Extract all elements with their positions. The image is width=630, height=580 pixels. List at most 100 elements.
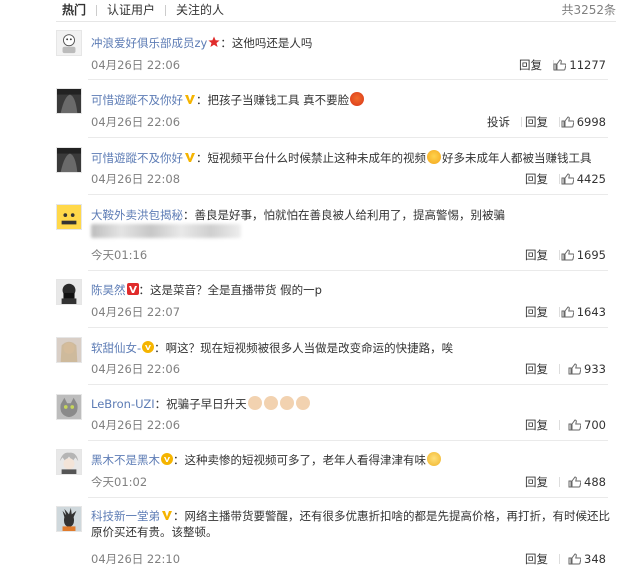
- reply-button[interactable]: 回复: [525, 305, 548, 319]
- username-link[interactable]: 冲浪爱好俱乐部成员zy: [91, 36, 207, 50]
- like-button[interactable]: 11277: [553, 58, 606, 72]
- thumbs-up-icon: [568, 419, 582, 431]
- reply-button[interactable]: 回复: [525, 552, 548, 566]
- comment-text: 科技新一堂弟 ：网络主播带货要警醒，还有很多优惠折扣啥的都是先提高价格，再打折，有…: [91, 508, 612, 540]
- star-icon: [208, 36, 220, 47]
- reply-button[interactable]: 回复: [525, 362, 548, 376]
- angry-emoji-icon: [350, 92, 365, 106]
- avatar[interactable]: [56, 337, 82, 363]
- like-button[interactable]: 933: [568, 362, 606, 376]
- username-link[interactable]: 大鞍外卖洪包揭秘: [91, 208, 183, 222]
- reply-button[interactable]: 回复: [525, 248, 548, 262]
- comment-body: ：啊这？现在短视频被很多人当做是改变命运的快捷路，唉: [154, 341, 454, 355]
- username-link[interactable]: 可惜遊蹤不及你好: [91, 93, 183, 107]
- like-count: 6998: [576, 115, 606, 129]
- comment-body: ：这他吗还是人吗: [220, 36, 313, 50]
- like-count: 348: [584, 552, 606, 566]
- reply-button[interactable]: 回复: [525, 115, 548, 129]
- action-divider: [521, 117, 522, 127]
- thumbs-up-icon: [561, 116, 574, 128]
- comment-body: ：善良是好事，怕就怕在善良被人给利用了，提高警惕，别被骗: [183, 208, 505, 222]
- like-button[interactable]: 1643: [561, 305, 606, 319]
- like-count: 11277: [569, 58, 606, 72]
- comment-filter-tabs: 热门 认证用户 关注的人: [0, 0, 630, 20]
- comment-divider: [88, 137, 608, 138]
- username-link[interactable]: 科技新一堂弟: [91, 509, 160, 523]
- vip-icon: [162, 511, 172, 520]
- thumbs-up-icon: [561, 173, 574, 185]
- reply-button[interactable]: 回复: [519, 58, 542, 72]
- username-link[interactable]: 陈昊然: [91, 283, 126, 297]
- comment-body-continued: 好多未成年人都被当赚钱工具: [442, 151, 592, 165]
- comment-text: 大鞍外卖洪包揭秘：善良是好事，怕就怕在善良被人给利用了，提高警惕，别被骗: [91, 207, 610, 223]
- username-link[interactable]: 黑木不是黑木: [91, 453, 160, 467]
- tab-following[interactable]: 关注的人: [166, 0, 234, 20]
- avatar[interactable]: [56, 204, 82, 230]
- comment-body: ：把孩子当赚钱工具 真不要脸: [196, 93, 350, 107]
- comment-divider: [88, 79, 608, 80]
- like-button[interactable]: 1695: [561, 248, 606, 262]
- reply-button[interactable]: 回复: [525, 172, 548, 186]
- thumbs-up-icon: [568, 476, 582, 488]
- like-button[interactable]: 488: [568, 475, 606, 489]
- comment-time: 今天01:02: [91, 475, 148, 489]
- avatar[interactable]: [56, 30, 82, 56]
- thumbs-up-icon: [568, 553, 582, 565]
- action-divider: [559, 364, 560, 374]
- username-link[interactable]: LeBron-UZI: [91, 397, 155, 411]
- comment-divider: [88, 440, 608, 441]
- avatar[interactable]: [56, 279, 82, 305]
- comment-text: LeBron-UZI：祝骗子早日升天: [91, 396, 610, 412]
- reply-button[interactable]: 回复: [525, 475, 548, 489]
- avatar[interactable]: [56, 394, 82, 420]
- comment-time: 04月26日 22:07: [91, 305, 181, 319]
- comment-text: 黑木不是黑木 ：这种卖惨的短视频可多了，老年人看得津津有味: [91, 452, 610, 468]
- comment-divider: [88, 384, 608, 385]
- comment-body: ：这种卖惨的短视频可多了，老年人看得津津有味: [173, 453, 426, 467]
- vip-icon: [161, 453, 173, 465]
- comment-time: 04月26日 22:06: [91, 362, 181, 376]
- praying-hands-emoji-icon: [263, 396, 278, 410]
- thumbs-up-icon: [561, 249, 574, 261]
- like-button[interactable]: 348: [568, 552, 606, 566]
- comment-text: 冲浪爱好俱乐部成员zy ：这他吗还是人吗: [91, 35, 610, 51]
- avatar[interactable]: [56, 147, 82, 173]
- tabs-divider-line: [56, 21, 616, 22]
- vip-icon: [126, 283, 139, 295]
- comment-time: 04月26日 22:06: [91, 58, 181, 72]
- username-link[interactable]: 可惜遊蹤不及你好: [91, 151, 183, 165]
- comment-divider: [88, 497, 608, 498]
- smile-emoji-icon: [427, 452, 441, 466]
- report-button[interactable]: 投诉: [487, 115, 510, 129]
- reply-button[interactable]: 回复: [525, 418, 548, 432]
- thumbs-up-icon: [553, 59, 567, 71]
- like-button[interactable]: 4425: [561, 172, 606, 186]
- like-count: 488: [584, 475, 606, 489]
- comment-body: ：短视频平台什么时候禁止这种未成年的视频: [196, 151, 426, 165]
- vip-icon: [185, 153, 195, 162]
- vip-icon: [142, 341, 155, 353]
- comment-body: ：这是菜音？全是直播带货 假的一p: [138, 283, 322, 297]
- comment-text: 可惜遊蹤不及你好 ：把孩子当赚钱工具 真不要脸: [91, 92, 610, 108]
- comment-time: 04月26日 22:10: [91, 552, 181, 566]
- comment-time: 今天01:16: [91, 248, 148, 262]
- praying-hands-emoji-icon: [279, 396, 294, 410]
- avatar[interactable]: [56, 506, 82, 532]
- comment-divider: [88, 327, 608, 328]
- tab-hot[interactable]: 热门: [0, 0, 96, 20]
- thumbs-up-icon: [568, 363, 582, 375]
- like-count: 1695: [576, 248, 606, 262]
- action-divider: [559, 554, 560, 564]
- like-count: 1643: [576, 305, 606, 319]
- comment-time: 04月26日 22:06: [91, 418, 181, 432]
- tab-verified-users[interactable]: 认证用户: [97, 0, 165, 20]
- like-button[interactable]: 700: [568, 418, 606, 432]
- comment-divider: [88, 194, 608, 195]
- comment-text: 可惜遊蹤不及你好 ：短视频平台什么时候禁止这种未成年的视频 好多未成年人都被当赚钱工…: [91, 150, 610, 166]
- avatar[interactable]: [56, 449, 82, 475]
- comment-text: 陈昊然 ：这是菜音？全是直播带货 假的一p: [91, 282, 610, 298]
- blurred-text: [91, 224, 241, 238]
- username-link[interactable]: 软甜仙女-: [91, 341, 141, 355]
- avatar[interactable]: [56, 88, 82, 114]
- like-button[interactable]: 6998: [561, 115, 606, 129]
